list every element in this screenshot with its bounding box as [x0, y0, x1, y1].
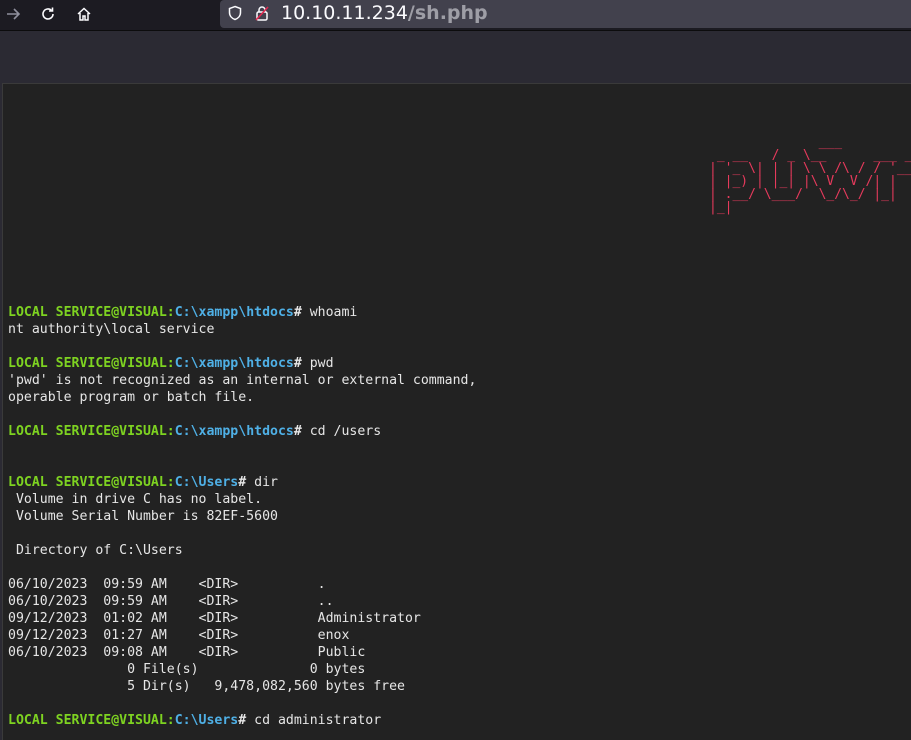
browser-toolbar: 10.10.11.234/sh.php	[0, 0, 911, 31]
url-text[interactable]: 10.10.11.234/sh.php	[281, 1, 488, 25]
insecure-lock-icon[interactable]	[253, 4, 271, 22]
output-line: 06/10/2023 09:59 AM <DIR> ..	[8, 594, 334, 609]
back-arrow-icon[interactable]	[1, 3, 25, 25]
prompt-command: dir	[246, 475, 278, 490]
url-bar[interactable]: 10.10.11.234/sh.php	[220, 0, 911, 28]
prompt-line: LOCAL SERVICE@VISUAL:C:\xampp\htdocs# wh…	[8, 304, 476, 321]
prompt-line: LOCAL SERVICE@VISUAL:C:\xampp\htdocs# cd…	[8, 423, 476, 440]
prompt-line: LOCAL SERVICE@VISUAL:C:\Users# cd admini…	[8, 712, 476, 729]
prompt-user: LOCAL SERVICE@VISUAL:	[8, 424, 175, 439]
prompt-path: C:\xampp\htdocs	[174, 305, 294, 320]
prompt-path: C:\Users	[174, 713, 239, 728]
prompt-line: LOCAL SERVICE@VISUAL:C:\Users# dir	[8, 474, 476, 491]
output-line: 0 File(s) 0 bytes	[8, 662, 366, 677]
output-line: Directory of C:\Users	[8, 543, 183, 558]
prompt-symbol: #	[293, 424, 302, 439]
prompt-user: LOCAL SERVICE@VISUAL:	[8, 356, 175, 371]
home-icon[interactable]	[72, 3, 96, 25]
prompt-path: C:\Users	[174, 475, 239, 490]
prompt-symbol: #	[293, 356, 302, 371]
url-host: 10.10.11.234	[281, 2, 408, 24]
url-path: /sh.php	[407, 2, 488, 24]
prompt-user: LOCAL SERVICE@VISUAL:	[8, 305, 175, 320]
output-line: 09/12/2023 01:27 AM <DIR> enox	[8, 628, 350, 643]
prompt-command: pwd	[301, 356, 334, 371]
prompt-command: whoami	[301, 305, 358, 320]
prompt-line: LOCAL SERVICE@VISUAL:C:\xampp\htdocs# pw…	[8, 355, 476, 372]
reload-icon[interactable]	[36, 3, 60, 25]
terminal-output: LOCAL SERVICE@VISUAL:C:\xampp\htdocs# wh…	[8, 304, 476, 729]
prompt-user: LOCAL SERVICE@VISUAL:	[8, 475, 175, 490]
page-top-strip	[0, 31, 911, 81]
output-line: 09/12/2023 01:02 AM <DIR> Administrator	[8, 611, 421, 626]
output-line: nt authority\local service	[8, 322, 215, 337]
prompt-path: C:\xampp\htdocs	[174, 424, 294, 439]
output-line: 06/10/2023 09:08 AM <DIR> Public	[8, 645, 366, 660]
prompt-command: cd /users	[301, 424, 382, 439]
prompt-command: cd administrator	[246, 713, 382, 728]
output-line: Volume Serial Number is 82EF-5600	[8, 509, 278, 524]
ascii-banner: ___ _ __ / _ \__ ___ __ | '_ \| | | \ \ …	[709, 135, 911, 215]
output-line: 5 Dir(s) 9,478,082,560 bytes free	[8, 679, 405, 694]
output-line: 06/10/2023 09:59 AM <DIR> .	[8, 577, 326, 592]
shield-icon[interactable]	[226, 4, 244, 22]
prompt-symbol: #	[293, 305, 302, 320]
prompt-user: LOCAL SERVICE@VISUAL:	[8, 713, 175, 728]
prompt-path: C:\xampp\htdocs	[174, 356, 294, 371]
terminal-panel[interactable]: ___ _ __ / _ \__ ___ __ | '_ \| | | \ \ …	[2, 83, 911, 740]
output-line: Volume in drive C has no label.	[8, 492, 263, 507]
output-line: 'pwd' is not recognized as an internal o…	[8, 373, 477, 388]
output-line: operable program or batch file.	[8, 390, 255, 405]
